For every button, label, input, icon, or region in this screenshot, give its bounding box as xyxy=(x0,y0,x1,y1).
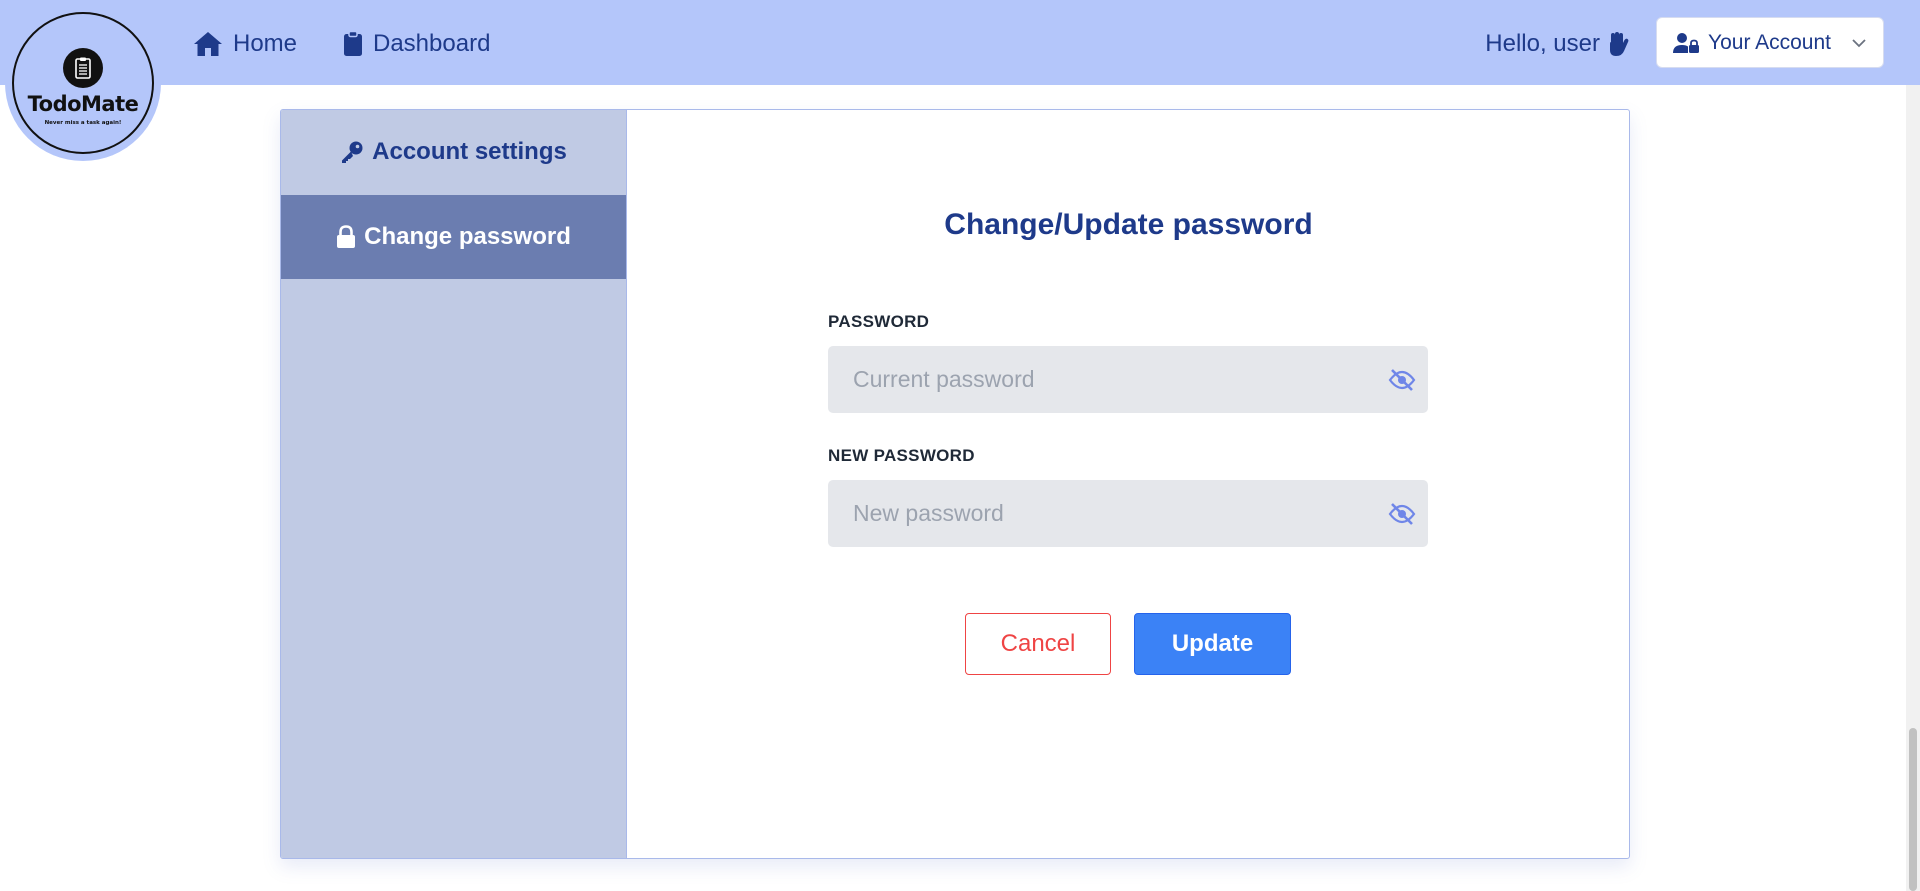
current-password-input[interactable] xyxy=(828,346,1368,413)
logo-clipboard-icon xyxy=(63,48,103,88)
key-icon xyxy=(342,141,363,163)
logo-title: TodoMate xyxy=(27,92,139,116)
lock-icon xyxy=(337,225,356,248)
nav-dashboard-label: Dashboard xyxy=(373,30,491,57)
account-dropdown-button[interactable]: Your Account xyxy=(1656,17,1884,68)
logo-badge: TodoMate Never miss a task again! xyxy=(12,12,154,154)
brand-logo[interactable]: TodoMate Never miss a task again! xyxy=(5,5,161,161)
nav-home-link[interactable]: Home xyxy=(193,24,297,64)
update-button[interactable]: Update xyxy=(1134,613,1291,675)
password-form-panel: Change/Update password PASSWORD NEW PASS… xyxy=(626,110,1629,858)
sidebar-item-account-settings[interactable]: Account settings xyxy=(281,110,626,194)
user-lock-icon xyxy=(1673,32,1699,53)
scrollbar-thumb[interactable] xyxy=(1909,728,1917,891)
top-navbar: Home Dashboard Hello, user Your Account xyxy=(0,0,1920,85)
sidebar-item-label: Change password xyxy=(364,223,571,250)
sidebar-item-change-password[interactable]: Change password xyxy=(281,195,626,279)
page-scrollbar[interactable] xyxy=(1906,85,1920,891)
new-password-field-wrapper xyxy=(828,480,1428,547)
nav-dashboard-link[interactable]: Dashboard xyxy=(343,24,490,64)
current-password-field-wrapper xyxy=(828,346,1428,413)
settings-card: Account settings Change password Change/… xyxy=(280,109,1630,859)
cancel-button[interactable]: Cancel xyxy=(965,613,1111,675)
waving-hand-icon xyxy=(1610,32,1629,56)
eye-slash-icon[interactable] xyxy=(1388,366,1416,394)
nav-home-label: Home xyxy=(233,30,298,57)
logo-tagline: Never miss a task again! xyxy=(44,120,122,126)
settings-sidebar: Account settings Change password xyxy=(281,110,626,858)
eye-slash-icon[interactable] xyxy=(1388,500,1416,528)
form-title: Change/Update password xyxy=(944,208,1313,241)
current-password-label: PASSWORD xyxy=(828,312,930,331)
home-icon xyxy=(194,32,222,56)
new-password-label: NEW PASSWORD xyxy=(828,446,975,465)
clipboard-icon xyxy=(344,31,362,56)
user-greeting: Hello, user xyxy=(1485,26,1630,62)
sidebar-item-label: Account settings xyxy=(372,138,567,165)
account-button-label: Your Account xyxy=(1708,30,1831,54)
chevron-down-icon xyxy=(1852,39,1866,48)
new-password-input[interactable] xyxy=(828,480,1368,547)
greeting-text: Hello, user xyxy=(1485,30,1600,57)
